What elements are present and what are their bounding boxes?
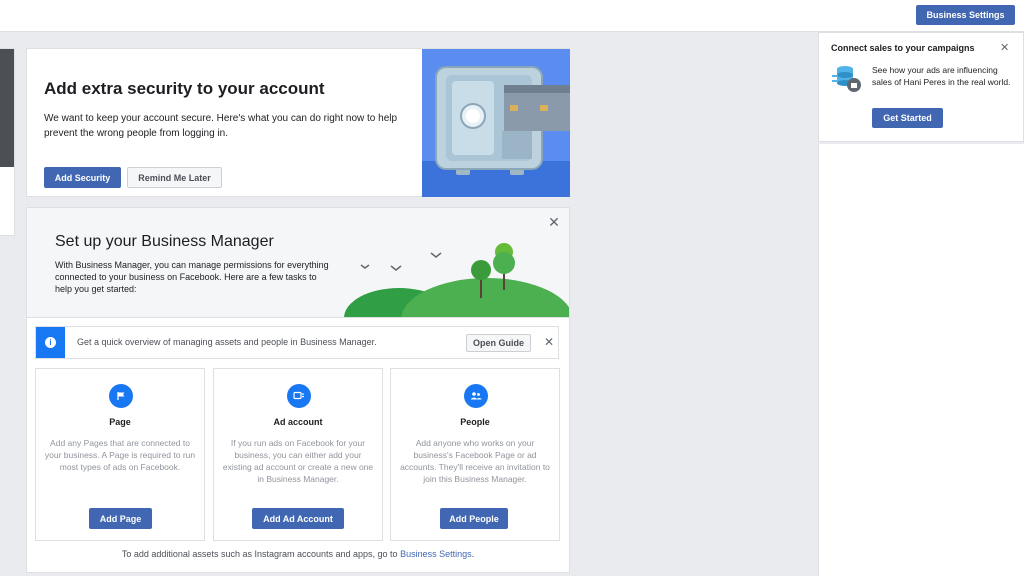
footer-period: . (471, 549, 475, 559)
info-icon: i (36, 327, 65, 358)
card-title: Ad account (273, 417, 323, 427)
close-icon[interactable]: ✕ (542, 334, 556, 350)
footer-note: To add additional assets such as Instagr… (27, 549, 569, 559)
people-task-card: People Add anyone who works on your busi… (390, 368, 560, 541)
business-manager-description: With Business Manager, you can manage pe… (55, 260, 329, 294)
connect-sales-title: Connect sales to your campaigns (831, 43, 975, 53)
card-description: Add any Pages that are connected to your… (44, 438, 196, 472)
get-started-button[interactable]: Get Started (872, 108, 943, 128)
card-description: If you run ads on Facebook for your busi… (222, 438, 374, 484)
hills-illustration (344, 243, 569, 317)
business-settings-button[interactable]: Business Settings (916, 5, 1015, 25)
add-security-button[interactable]: Add Security (44, 167, 121, 188)
card-description: Add anyone who works on your business's … (400, 438, 550, 484)
business-manager-title: Set up your Business Manager (55, 233, 274, 250)
card-title: Page (109, 417, 131, 427)
database-cart-icon (832, 66, 861, 92)
right-side-panel (818, 144, 1024, 576)
left-panel-dark-block (0, 49, 14, 167)
add-people-button[interactable]: Add People (440, 508, 508, 529)
add-ad-account-button[interactable]: Add Ad Account (252, 508, 344, 529)
card-title: People (460, 417, 490, 427)
ad-account-task-card: Ad account If you run ads on Facebook fo… (213, 368, 383, 541)
flag-icon (109, 384, 133, 408)
close-icon[interactable]: ✕ (546, 214, 562, 230)
safe-icon (422, 66, 570, 197)
security-description: We want to keep your account secure. Her… (44, 113, 398, 139)
guide-text: Get a quick overview of managing assets … (77, 337, 377, 347)
safe-illustration (422, 49, 570, 197)
business-manager-header: Set up your Business Manager With Busine… (27, 208, 569, 318)
left-side-panel (0, 48, 15, 236)
security-card: Add extra security to your account We wa… (26, 48, 570, 197)
business-manager-card: Set up your Business Manager With Busine… (26, 207, 570, 573)
people-icon (464, 384, 488, 408)
connect-sales-description: See how your ads are influencing sales o… (872, 65, 1011, 87)
ad-account-icon (287, 384, 311, 408)
remind-me-later-button[interactable]: Remind Me Later (127, 167, 222, 188)
footer-text: To add additional assets such as Instagr… (121, 549, 401, 559)
business-settings-link[interactable]: Business Settings (400, 549, 472, 559)
top-bar: Business Settings (0, 0, 1024, 32)
open-guide-button[interactable]: Open Guide (466, 334, 531, 352)
security-title: Add extra security to your account (44, 79, 325, 98)
guide-banner: i Get a quick overview of managing asset… (35, 326, 559, 359)
add-page-button[interactable]: Add Page (89, 508, 152, 529)
close-icon[interactable]: ✕ (1000, 41, 1009, 54)
page-task-card: Page Add any Pages that are connected to… (35, 368, 205, 541)
connect-sales-card: Connect sales to your campaigns ✕ See ho… (818, 32, 1024, 142)
